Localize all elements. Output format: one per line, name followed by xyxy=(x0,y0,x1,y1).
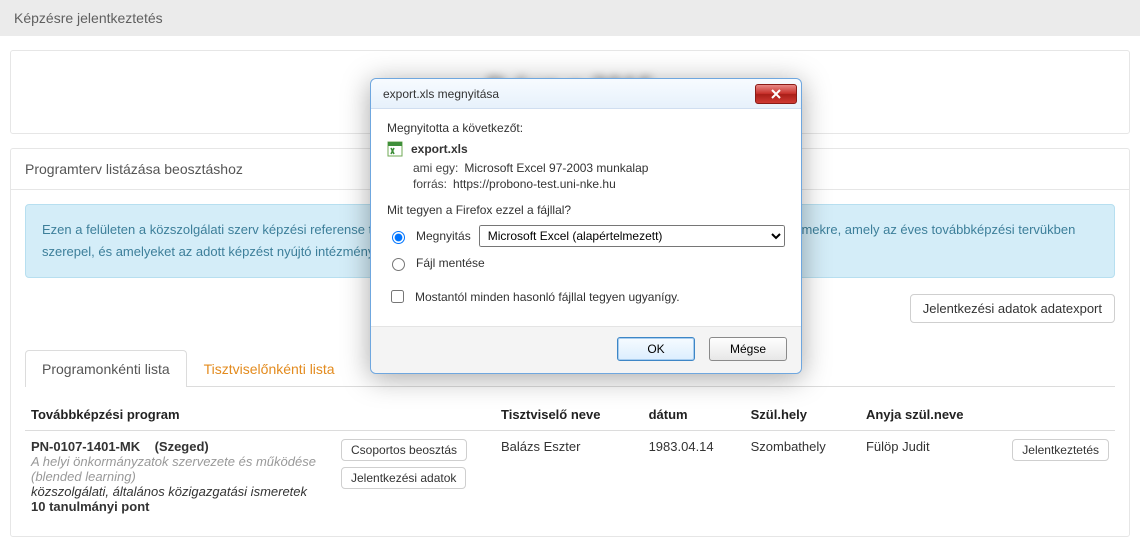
program-points: 10 tanulmányi pont xyxy=(31,499,149,514)
th-actions-right xyxy=(1005,399,1115,431)
program-title: A helyi önkormányzatok szervezete és műk… xyxy=(31,454,329,469)
dialog-ok-button[interactable]: OK xyxy=(617,337,695,361)
program-table: Továbbképzési program Tisztviselő neve d… xyxy=(25,399,1115,522)
export-button[interactable]: Jelentkezési adatok adatexport xyxy=(910,294,1115,323)
save-label: Fájl mentése xyxy=(416,256,485,270)
th-program: Továbbképzési program xyxy=(25,399,335,431)
dialog-close-button[interactable] xyxy=(755,84,797,104)
dialog-cancel-button[interactable]: Mégse xyxy=(709,337,787,361)
cell-official-name: Balázs Eszter xyxy=(495,431,643,523)
save-radio[interactable] xyxy=(392,258,405,271)
program-mode: (blended learning) xyxy=(31,469,329,484)
remember-checkbox[interactable] xyxy=(391,290,404,303)
excel-file-icon xyxy=(387,141,403,157)
th-official: Tisztviselő neve xyxy=(495,399,643,431)
program-city: (Szeged) xyxy=(155,439,209,454)
tab-official-list[interactable]: Tisztviselőnkénti lista xyxy=(187,350,352,387)
tab-program-list[interactable]: Programonkénti lista xyxy=(25,350,187,387)
page-topbar: Képzésre jelentkeztetés xyxy=(0,0,1140,36)
dialog-title: export.xls megnyitása xyxy=(383,87,499,101)
dialog-filename: export.xls xyxy=(411,142,468,156)
close-icon xyxy=(770,89,782,99)
dialog-type-value: Microsoft Excel 97-2003 munkalap xyxy=(464,161,648,175)
th-date: dátum xyxy=(643,399,745,431)
dialog-type-label: ami egy: xyxy=(413,161,458,175)
registration-data-button[interactable]: Jelentkezési adatok xyxy=(341,467,466,489)
program-code: PN-0107-1401-MK xyxy=(31,439,140,454)
dialog-question: Mit tegyen a Firefox ezzel a fájllal? xyxy=(387,203,785,217)
th-actions-left xyxy=(335,399,495,431)
cell-date: 1983.04.14 xyxy=(643,431,745,523)
open-with-select[interactable]: Microsoft Excel (alapértelmezett) xyxy=(479,225,785,247)
file-download-dialog: export.xls megnyitása Megnyitotta a köve… xyxy=(370,78,802,374)
th-birthplace: Szül.hely xyxy=(745,399,860,431)
group-assignment-button[interactable]: Csoportos beosztás xyxy=(341,439,467,461)
th-mother: Anyja szül.neve xyxy=(860,399,1005,431)
cell-mother: Fülöp Judit xyxy=(860,431,1005,523)
cell-birthplace: Szombathely xyxy=(745,431,860,523)
dialog-source-label: forrás: xyxy=(413,177,447,191)
open-radio[interactable] xyxy=(392,231,405,244)
page-title: Képzésre jelentkeztetés xyxy=(14,10,163,26)
table-row: PN-0107-1401-MK (Szeged) A helyi önkormá… xyxy=(25,431,1115,523)
program-tags: közszolgálati, általános közigazgatási i… xyxy=(31,484,329,499)
dialog-opened-label: Megnyitotta a következőt: xyxy=(387,121,785,135)
register-button[interactable]: Jelentkeztetés xyxy=(1012,439,1109,461)
dialog-source-value: https://probono-test.uni-nke.hu xyxy=(453,177,616,191)
remember-label: Mostantól minden hasonló fájllal tegyen … xyxy=(415,290,680,304)
open-label: Megnyitás xyxy=(416,229,471,243)
